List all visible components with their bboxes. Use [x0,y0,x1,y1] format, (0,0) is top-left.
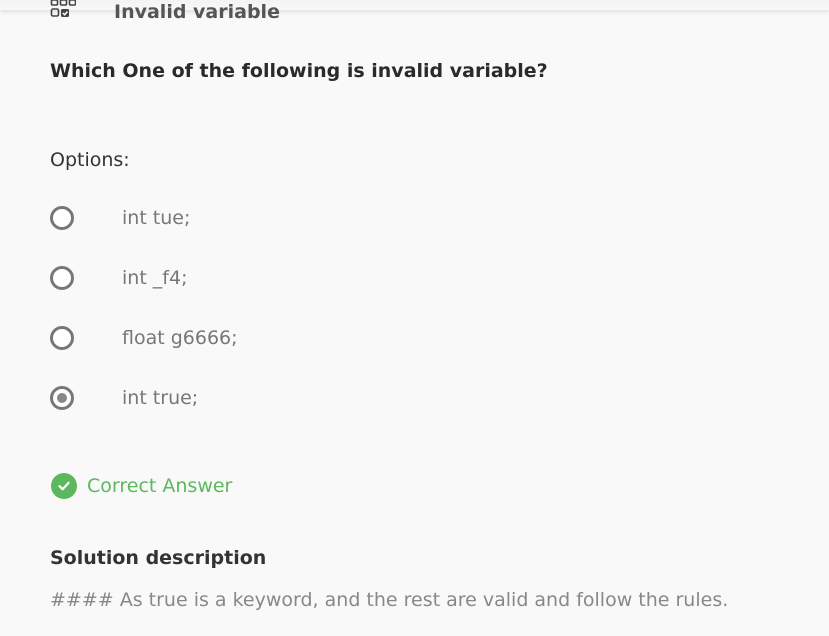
quiz-grid-icon [50,0,76,17]
quiz-title: Invalid variable [114,1,280,23]
option-3[interactable]: float g6666; [50,323,238,353]
option-2[interactable]: int _f4; [50,263,188,293]
option-1[interactable]: int tue; [50,203,190,233]
option-4[interactable]: int true; [50,383,198,413]
option-label: int true; [122,387,199,409]
radio-button[interactable] [50,326,74,350]
radio-button[interactable] [50,266,74,290]
solution-description: #### As true is a keyword, and the rest … [50,589,729,611]
quiz-header: Invalid variable [50,0,280,26]
correct-answer-text: Correct Answer [87,475,233,497]
question-text: Which One of the following is invalid va… [50,60,548,82]
radio-button-selected[interactable] [50,386,74,410]
option-label: int tue; [122,207,191,229]
check-circle-icon [51,473,77,499]
option-label: float g6666; [122,327,238,349]
result-feedback: Correct Answer [51,473,232,499]
option-label: int _f4; [122,267,188,289]
solution-title: Solution description [50,547,267,569]
radio-button[interactable] [50,206,74,230]
options-label: Options: [50,149,130,171]
